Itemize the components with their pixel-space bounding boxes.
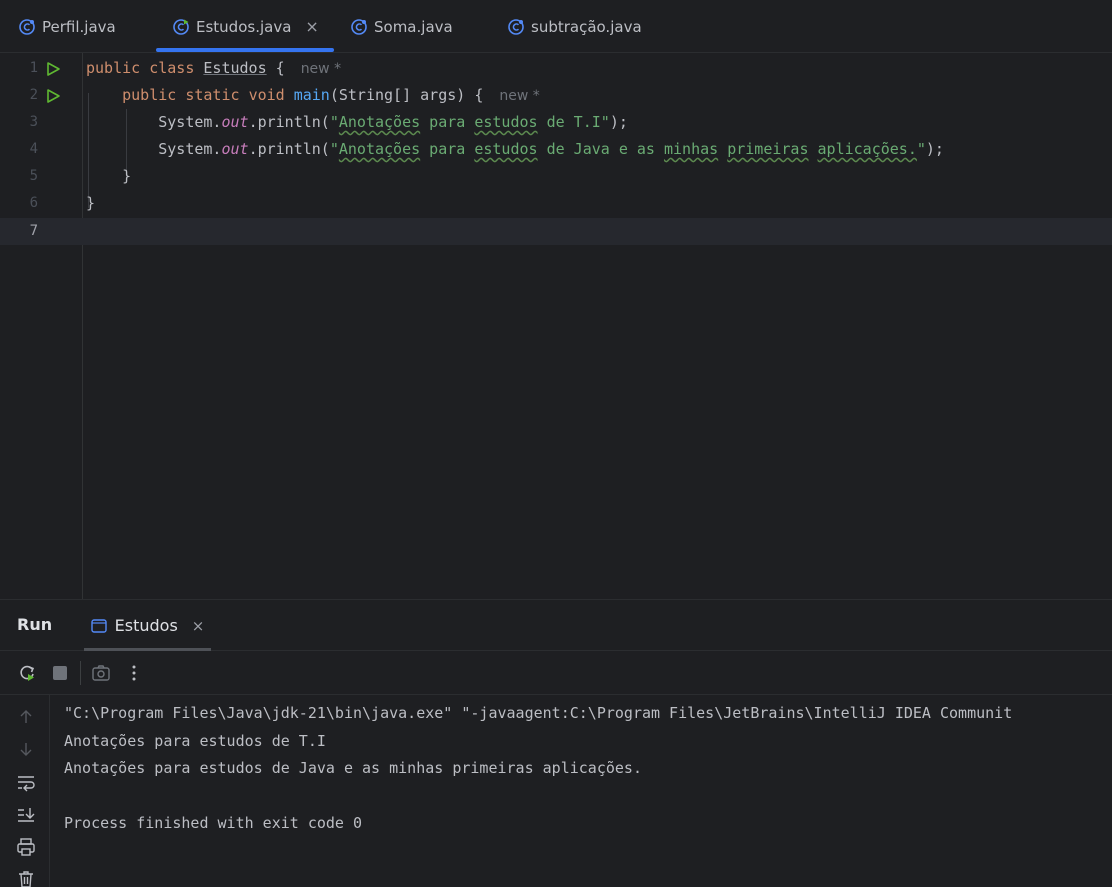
code-line-3: 3 System.out.println("Anotações para est… (0, 109, 1112, 136)
run-gutter-icon[interactable] (45, 88, 61, 104)
code-line-2: 2 public static void main(String[] args)… (0, 82, 1112, 109)
close-icon[interactable]: × (192, 617, 205, 635)
line-number: 1 (29, 60, 38, 76)
run-header: Run Estudos × (0, 600, 1112, 651)
code-text: } (86, 194, 96, 212)
toolbar-separator (80, 661, 81, 685)
line-number: 5 (29, 168, 38, 184)
scroll-to-end-icon[interactable] (16, 805, 36, 825)
console-line: Anotações para estudos de T.I (64, 731, 326, 750)
line-number: 2 (29, 87, 38, 103)
run-toolbar (0, 651, 1112, 695)
code-line-4: 4 System.out.println("Anotações para est… (0, 136, 1112, 163)
code-text: System.out.println("Anotações para estud… (158, 140, 944, 158)
tab-label: subtração.java (531, 17, 642, 36)
tab-label: Perfil.java (42, 17, 116, 36)
console-line: Process finished with exit code 0 (64, 814, 363, 832)
java-class-icon (508, 18, 524, 35)
line-number: 6 (29, 195, 38, 211)
print-icon[interactable] (16, 837, 36, 857)
run-title: Run (17, 615, 53, 634)
tab-estudos-java[interactable]: Estudos.java × (156, 0, 334, 53)
run-gutter-icon[interactable] (45, 61, 61, 77)
camera-icon[interactable] (91, 663, 111, 683)
line-number: 3 (29, 114, 38, 130)
java-class-icon (351, 18, 367, 35)
code-editor[interactable]: 1 public class Estudos {new * 2 public s… (0, 53, 1112, 599)
tab-perfil-java[interactable]: Perfil.java (18, 0, 116, 53)
stop-icon[interactable] (50, 663, 70, 683)
tab-soma-java[interactable]: Soma.java (350, 0, 453, 53)
console-icon (90, 618, 107, 633)
console-line: "C:\Program Files\Java\jdk-21\bin\java.e… (64, 704, 1013, 722)
console-side-toolbar (0, 695, 50, 887)
run-tab-label: Estudos (114, 616, 178, 635)
run-tool-window: Run Estudos × "C:\Program Files\Java\jdk… (0, 599, 1112, 887)
close-icon[interactable]: × (305, 17, 318, 36)
code-text: public class Estudos {new * (86, 59, 342, 77)
rerun-icon[interactable] (17, 663, 37, 683)
code-text: System.out.println("Anotações para estud… (158, 113, 628, 131)
console-line: Anotações para estudos de Java e as minh… (64, 759, 642, 777)
tab-label: Estudos.java (196, 17, 292, 36)
soft-wrap-icon[interactable] (16, 772, 36, 792)
line-number: 4 (29, 141, 38, 157)
code-line-1: 1 public class Estudos {new * (0, 55, 1112, 82)
code-text: public static void main(String[] args) {… (122, 86, 540, 104)
tab-label: Soma.java (374, 17, 453, 36)
arrow-up-icon[interactable] (16, 707, 36, 727)
console-output[interactable]: "C:\Program Files\Java\jdk-21\bin\java.e… (64, 700, 1112, 887)
inlay-hint: new * (300, 61, 342, 77)
arrow-down-icon[interactable] (16, 739, 36, 759)
ide-window: Perfil.java Estudos.java × Soma.java sub… (0, 0, 1112, 887)
inlay-hint: new * (499, 88, 540, 104)
more-options-icon[interactable] (124, 663, 144, 683)
line-number: 7 (29, 223, 38, 239)
trash-icon[interactable] (16, 869, 36, 887)
code-line-6: 6 } (0, 190, 1112, 217)
run-tab-estudos[interactable]: Estudos × (84, 600, 211, 651)
code-text: } (122, 167, 132, 185)
editor-tab-bar: Perfil.java Estudos.java × Soma.java sub… (0, 0, 1112, 53)
code-line-7: 7 (0, 218, 1112, 245)
java-class-icon (19, 18, 35, 35)
java-class-icon (173, 18, 189, 35)
tab-subtracao-java[interactable]: subtração.java (507, 0, 642, 53)
code-line-5: 5 } (0, 163, 1112, 190)
